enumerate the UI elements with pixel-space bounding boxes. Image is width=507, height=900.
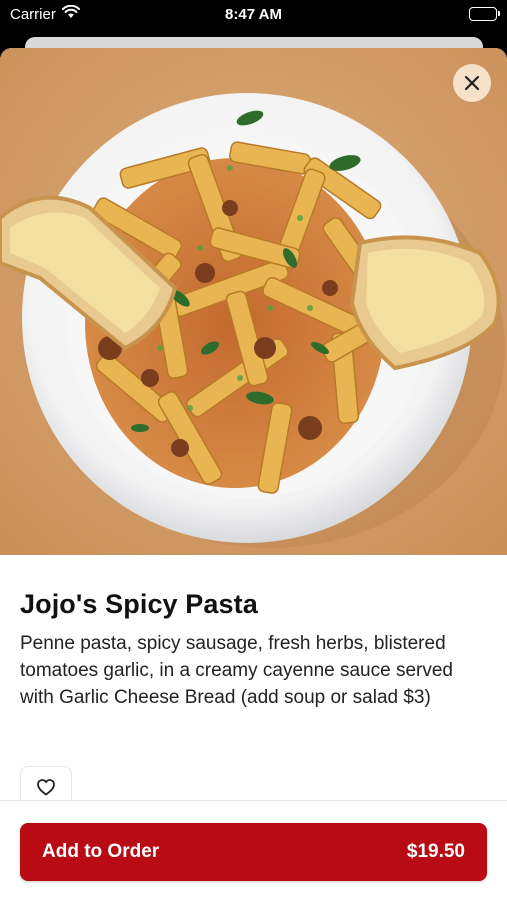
pasta-illustration [0, 48, 507, 555]
item-description: Penne pasta, spicy sausage, fresh herbs,… [20, 633, 453, 708]
item-title: Jojo's Spicy Pasta [20, 589, 258, 619]
price-label: $19.50 [406, 841, 465, 862]
item-details: Jojo's Spicy Pasta Penne pasta, spicy sa… [0, 555, 507, 711]
status-time: 8:47 AM [225, 6, 282, 23]
close-icon [464, 75, 480, 91]
add-to-order-button[interactable]: Add to Order $19.50 [20, 823, 487, 881]
heart-icon [37, 778, 55, 795]
add-to-order-label: Add to Order [42, 841, 160, 862]
item-detail-sheet: Jojo's Spicy Pasta Penne pasta, spicy sa… [0, 48, 507, 900]
close-button[interactable] [453, 64, 491, 102]
order-footer: Add to Order $19.50 [0, 800, 507, 900]
status-bar: Carrier 8:47 AM [0, 0, 507, 30]
item-photo [0, 48, 507, 555]
battery-icon [469, 7, 500, 21]
